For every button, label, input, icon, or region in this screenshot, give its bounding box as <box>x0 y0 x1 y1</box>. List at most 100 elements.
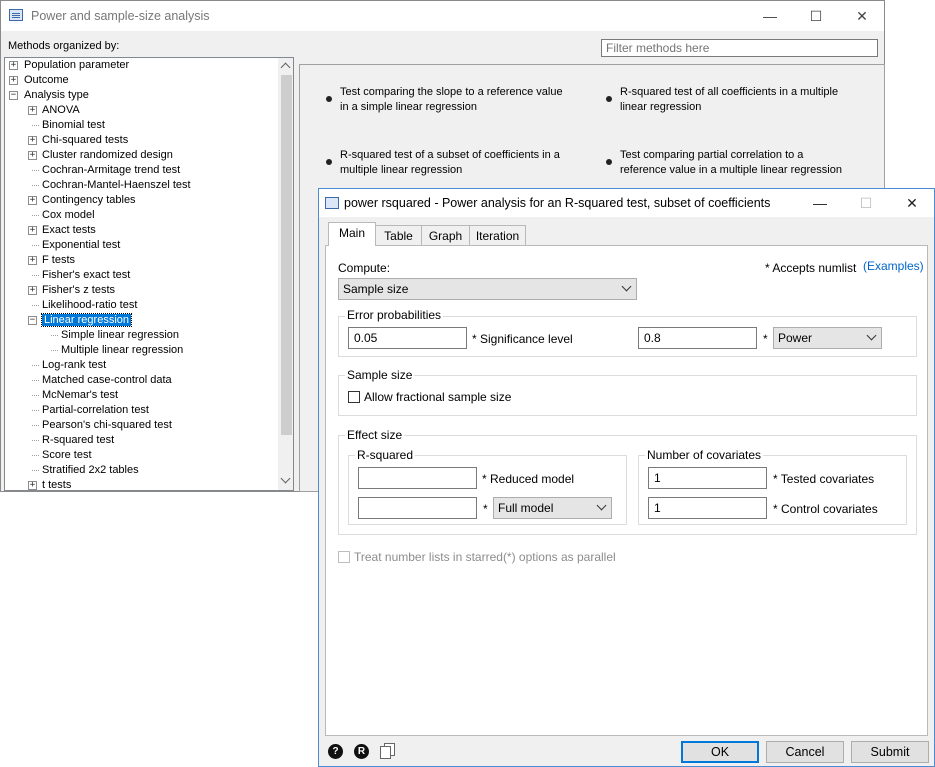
tree-row[interactable]: F tests <box>42 253 75 268</box>
tab-main[interactable]: Main <box>328 222 376 246</box>
full-model-input[interactable] <box>358 497 477 519</box>
expand-icon[interactable]: + <box>28 481 37 490</box>
methods-tree[interactable]: + Population parameter + Outcome − Analysis t… <box>4 57 294 491</box>
tree-row[interactable]: Partial-correlation test <box>42 403 149 418</box>
collapse-icon[interactable]: − <box>9 91 18 100</box>
tree-row[interactable]: Likelihood-ratio test <box>42 298 137 313</box>
method-item[interactable]: R-squared test of all coefficients in a … <box>620 85 845 115</box>
tree-item-selected[interactable]: Linear regression <box>41 313 132 327</box>
compute-select[interactable]: Sample size <box>338 278 637 300</box>
tree-item-label[interactable]: Cochran-Armitage trend test <box>42 164 180 176</box>
significance-level-input[interactable] <box>348 327 467 349</box>
method-item[interactable]: R-squared test of a subset of coefficien… <box>340 148 565 178</box>
tab-table[interactable]: Table <box>375 225 422 245</box>
help-icon[interactable]: ? <box>328 744 343 759</box>
tree-row[interactable]: Stratified 2x2 tables <box>42 463 139 478</box>
maximize-button[interactable]: ☐ <box>793 1 839 31</box>
tab-graph[interactable]: Graph <box>421 225 470 245</box>
tree-item-label[interactable]: Stratified 2x2 tables <box>42 464 139 476</box>
tree-row[interactable]: Multiple linear regression <box>61 343 183 358</box>
tree-row[interactable]: Exponential test <box>42 238 120 253</box>
submit-button[interactable]: Submit <box>851 741 929 763</box>
tree-row[interactable]: t tests <box>42 478 71 490</box>
tree-row[interactable]: Analysis type <box>24 88 89 103</box>
tree-item-label[interactable]: Partial-correlation test <box>42 404 149 416</box>
tree-row[interactable]: Cluster randomized design <box>42 148 173 163</box>
full-model-select[interactable]: Full model <box>493 497 612 519</box>
expand-icon[interactable]: + <box>28 136 37 145</box>
expand-icon[interactable]: + <box>28 226 37 235</box>
expand-icon[interactable]: + <box>28 256 37 265</box>
tree-row[interactable]: Pearson's chi-squared test <box>42 418 172 433</box>
tested-covariates-input[interactable] <box>648 467 767 489</box>
tree-item-label[interactable]: Cox model <box>42 209 95 221</box>
tree-row[interactable]: R-squared test <box>42 433 114 448</box>
tree-item-label[interactable]: t tests <box>42 479 71 490</box>
tree-item-label[interactable]: Cochran-Mantel-Haenszel test <box>42 179 191 191</box>
tree-row[interactable]: Log-rank test <box>42 358 106 373</box>
tree-row[interactable]: Simple linear regression <box>61 328 179 343</box>
tree-item-label[interactable]: Log-rank test <box>42 359 106 371</box>
dialog-close-button[interactable]: ✕ <box>889 189 935 217</box>
tree-item-label[interactable]: Binomial test <box>42 119 105 131</box>
tree-row[interactable]: ANOVA <box>42 103 80 118</box>
tree-row[interactable]: Contingency tables <box>42 193 136 208</box>
tree-item-label[interactable]: Simple linear regression <box>61 329 179 341</box>
copy-command-icon[interactable] <box>380 743 397 760</box>
tree-item-label[interactable]: Population parameter <box>24 59 129 71</box>
minimize-button[interactable]: — <box>747 1 793 31</box>
tree-row[interactable]: Binomial test <box>42 118 105 133</box>
scroll-down-icon[interactable] <box>280 473 291 484</box>
fractional-sample-checkbox[interactable] <box>348 391 360 403</box>
tree-item-label[interactable]: Outcome <box>24 74 69 86</box>
tree-row[interactable]: Outcome <box>24 73 69 88</box>
tree-row[interactable]: Score test <box>42 448 92 463</box>
method-item[interactable]: Test comparing partial correlation to a … <box>620 148 845 178</box>
tree-item-label[interactable]: ANOVA <box>42 104 80 116</box>
tree-item-label[interactable]: Matched case-control data <box>42 374 172 386</box>
expand-icon[interactable]: + <box>28 151 37 160</box>
tree-item-label[interactable]: McNemar's test <box>42 389 118 401</box>
tree-item-label[interactable]: Contingency tables <box>42 194 136 206</box>
tree-item-label[interactable]: Chi-squared tests <box>42 134 128 146</box>
dialog-minimize-button[interactable]: — <box>797 189 843 217</box>
tree-row[interactable]: Cochran-Mantel-Haenszel test <box>42 178 191 193</box>
tree-item-label[interactable]: Fisher's z tests <box>42 284 115 296</box>
method-item[interactable]: Test comparing the slope to a reference … <box>340 85 565 115</box>
tree-item-label[interactable]: Cluster randomized design <box>42 149 173 161</box>
tree-item-label[interactable]: Exact tests <box>42 224 96 236</box>
tree-item-label[interactable]: Fisher's exact test <box>42 269 130 281</box>
expand-icon[interactable]: + <box>28 286 37 295</box>
collapse-icon[interactable]: − <box>28 316 37 325</box>
tree-row[interactable]: McNemar's test <box>42 388 118 403</box>
tree-row[interactable]: Chi-squared tests <box>42 133 128 148</box>
tree-item-label[interactable]: F tests <box>42 254 75 266</box>
tree-row[interactable]: Linear regression <box>41 313 132 328</box>
tree-row[interactable]: Matched case-control data <box>42 373 172 388</box>
tree-row[interactable]: Fisher's exact test <box>42 268 130 283</box>
reset-r-icon[interactable]: R <box>354 744 369 759</box>
ok-button[interactable]: OK <box>681 741 759 763</box>
tree-item-label[interactable]: Likelihood-ratio test <box>42 299 137 311</box>
expand-icon[interactable]: + <box>9 76 18 85</box>
tree-item-label[interactable]: Score test <box>42 449 92 461</box>
tree-item-label[interactable]: Analysis type <box>24 89 89 101</box>
tree-item-label[interactable]: Multiple linear regression <box>61 344 183 356</box>
tree-row[interactable]: Cox model <box>42 208 95 223</box>
scroll-up-icon[interactable] <box>280 62 291 73</box>
tree-row[interactable]: Cochran-Armitage trend test <box>42 163 180 178</box>
filter-methods-input[interactable] <box>601 39 878 57</box>
tab-iteration[interactable]: Iteration <box>469 225 526 245</box>
tree-item-label[interactable]: Pearson's chi-squared test <box>42 419 172 431</box>
cancel-button[interactable]: Cancel <box>766 741 844 763</box>
expand-icon[interactable]: + <box>28 196 37 205</box>
power-select[interactable]: Power <box>773 327 882 349</box>
tree-item-label[interactable]: Exponential test <box>42 239 120 251</box>
examples-link[interactable]: (Examples) <box>863 259 924 273</box>
expand-icon[interactable]: + <box>28 106 37 115</box>
tree-item-label[interactable]: R-squared test <box>42 434 114 446</box>
tree-row[interactable]: Population parameter <box>24 58 129 73</box>
control-covariates-input[interactable] <box>648 497 767 519</box>
close-button[interactable]: ✕ <box>839 1 885 31</box>
tree-row[interactable]: Exact tests <box>42 223 96 238</box>
